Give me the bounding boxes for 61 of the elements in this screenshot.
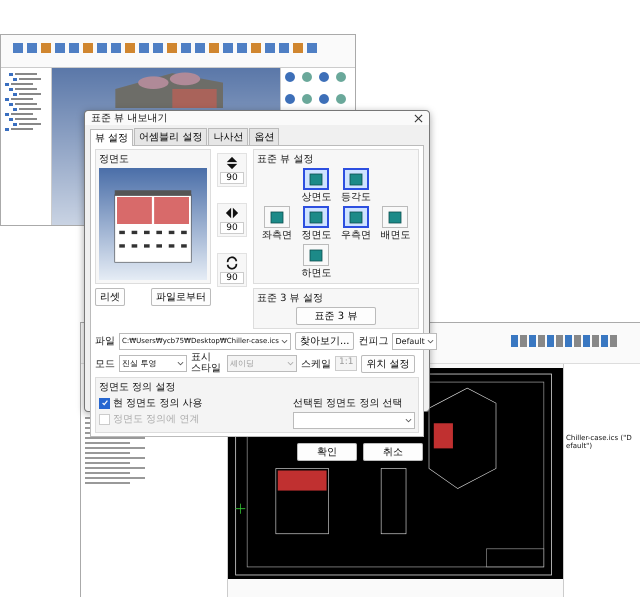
view-cube-icon [308,209,324,225]
shape-icons-drawing [285,72,346,104]
view-button[interactable] [264,206,290,228]
close-icon[interactable] [414,114,423,122]
mode-dropdown[interactable]: 진실 투영 [119,355,187,372]
view-cube-icon [268,209,285,225]
chevron-down-icon [287,361,294,366]
group-title: 표준 3 뷰 설정 [257,292,324,305]
group-title: 정면도 [99,153,130,166]
three-view-button[interactable]: 표준 3 뷰 [296,307,376,325]
dialog-button[interactable]: 확인 [297,443,357,461]
view-cube-icon [308,247,324,263]
view-label: 우측면 [340,229,371,242]
dialog-button[interactable]: 취소 [363,443,423,461]
left-right-arrows-icon[interactable] [225,206,239,220]
angle-field[interactable]: 90 [220,272,244,284]
rotate-arrows-icon[interactable] [225,256,239,270]
config-dropdown[interactable]: Default [392,332,437,350]
view-label: 등각도 [340,191,371,204]
view-button[interactable] [303,244,330,266]
config-label: 컨피그 [358,335,388,348]
chevron-down-icon [426,338,434,344]
select-label: 선택된 정면도 정의 선택 [293,397,404,410]
view-label: 상면도 [301,191,332,204]
view-cube-icon [308,171,324,187]
tab[interactable]: 옵션 [249,128,280,145]
view-cube-icon [387,209,404,225]
tab[interactable]: 어셈블리 설정 [134,128,208,145]
view-cube-icon [348,209,364,225]
group-title: 정면도 정의 설정 [99,381,176,394]
from-file-button[interactable]: 파일로부터 [151,288,211,306]
scale-label: 스케일 [301,358,331,370]
view-cube-icon [348,171,364,187]
chevron-down-icon [280,338,288,344]
up-down-arrows-icon[interactable] [225,156,239,170]
checkbox-label: 현 정면도 정의 사용 [113,397,203,410]
position-button[interactable]: 위치 설정 [361,354,415,372]
tab[interactable]: 뷰 설정 [90,129,134,146]
chevron-down-icon [177,361,184,366]
file-label: 파일 [95,335,115,348]
display-style-label: 표시 스타일 [191,353,222,374]
group-title: 표준 뷰 설정 [257,153,314,166]
view-label: 하면도 [301,267,332,280]
angle-field[interactable]: 90 [220,222,244,234]
view-button[interactable] [382,206,408,228]
view-label: 좌측면 [262,229,292,242]
mode-label: 모드 [95,358,115,370]
view-button[interactable] [342,168,369,190]
tab[interactable]: 나사선 [208,128,248,145]
checkbox[interactable] [99,398,110,408]
checkbox-label: 정면도 정의에 연계 [113,413,200,426]
chevron-down-icon [405,418,412,423]
view-button[interactable] [303,206,330,228]
dialog-title: 표준 뷰 내보내기 [91,112,168,125]
angle-field[interactable]: 90 [220,172,244,184]
browse-button[interactable]: 찾아보기... [294,332,354,350]
view-label: 정면도 [301,229,332,242]
view-label: 배면도 [380,229,410,242]
view-button[interactable] [303,168,330,190]
reset-button[interactable]: 리셋 [95,288,125,306]
view-button[interactable] [342,206,369,228]
